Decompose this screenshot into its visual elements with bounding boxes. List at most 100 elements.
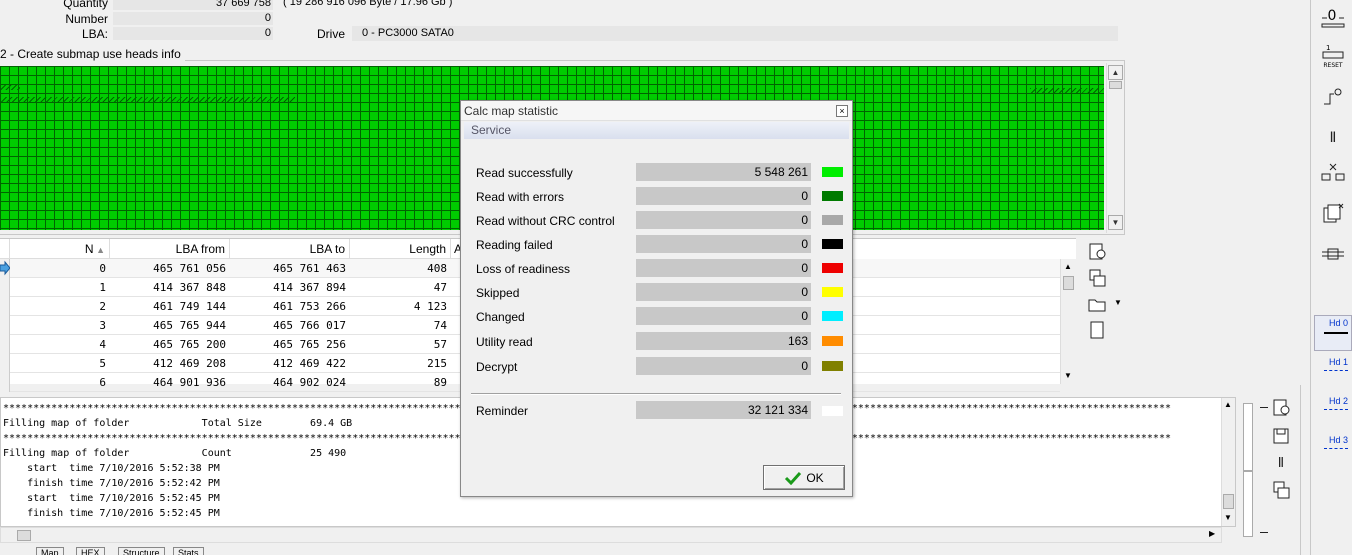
svg-text:0: 0 — [1328, 8, 1337, 24]
current-row-arrow-icon — [0, 260, 11, 276]
row-indicator — [0, 335, 10, 354]
cell-n: 1 — [99, 281, 106, 294]
pause-icon[interactable]: Ⅱ — [1320, 126, 1346, 150]
bottom-tab[interactable]: Stats — [173, 547, 204, 555]
scroll-thumb[interactable] — [17, 530, 31, 541]
stat-label: Loss of readiness — [476, 262, 571, 276]
new-doc-icon[interactable] — [1084, 318, 1110, 342]
col-header-lba-from[interactable]: LBA from — [110, 239, 230, 259]
stat-label: Reading failed — [476, 238, 553, 252]
cell-n: 3 — [99, 319, 106, 332]
head-2-button[interactable]: Hd 2 — [1318, 396, 1352, 428]
scroll-up-icon[interactable]: ▲ — [1108, 65, 1123, 80]
table-scrollbar[interactable]: ▲ ▼ — [1060, 259, 1076, 384]
stat-value: 163 — [636, 332, 811, 350]
reset-icon[interactable]: 1 RESET — [1320, 44, 1346, 69]
disconnect-icon[interactable] — [1320, 160, 1346, 184]
reminder-value: 32 121 334 — [636, 401, 811, 419]
stat-value: 0 — [636, 187, 811, 205]
svg-text:1: 1 — [1326, 44, 1330, 52]
cell-lba-to: 412 469 422 — [273, 357, 346, 370]
reminder-color-swatch — [822, 406, 843, 416]
col-header-lba-to[interactable]: LBA to — [230, 239, 350, 259]
cell-length: 47 — [433, 281, 447, 294]
stat-value: 0 — [636, 235, 811, 253]
cell-n: 2 — [99, 300, 106, 313]
save-icon[interactable] — [1268, 424, 1294, 448]
map-row-marker — [1030, 88, 1104, 94]
stat-value: 0 — [636, 307, 811, 325]
cell-length: 215 — [427, 357, 447, 370]
log-scrollbar[interactable]: ▲ ▼ — [1221, 398, 1235, 526]
col-header-n[interactable]: N ▲ — [10, 239, 110, 259]
log-slider-top[interactable] — [1243, 403, 1253, 471]
map-scrollbar[interactable]: ▲ ▼ — [1106, 63, 1124, 233]
gear-doc-icon[interactable] — [1268, 396, 1294, 420]
head-3-button[interactable]: Hd 3 — [1318, 435, 1352, 467]
quantity-label: Quantity — [63, 0, 108, 10]
stat-color-swatch — [822, 215, 843, 225]
dialog-title[interactable]: Calc map statistic — [461, 101, 852, 121]
head-0-button[interactable]: Hd 0 — [1318, 318, 1352, 350]
copy-close-icon[interactable] — [1320, 202, 1346, 226]
head-1-button[interactable]: Hd 1 — [1318, 357, 1352, 389]
cell-lba-to: 465 765 256 — [273, 338, 346, 351]
scroll-up-icon[interactable]: ▲ — [1224, 400, 1232, 409]
stat-label: Read successfully — [476, 166, 573, 180]
bottom-tab[interactable]: Map — [36, 547, 64, 555]
cell-lba-to: 464 902 024 — [273, 376, 346, 389]
log-hscrollbar[interactable]: ▶ — [0, 527, 1222, 543]
gear-doc-icon[interactable] — [1084, 240, 1110, 264]
col-header-length[interactable]: Length — [350, 239, 451, 259]
dialog-menu-service[interactable]: Service — [464, 122, 849, 139]
dropdown-arrow-icon[interactable]: ▼ — [1114, 298, 1122, 307]
close-icon[interactable]: × — [836, 105, 848, 117]
cell-length: 57 — [433, 338, 447, 351]
cell-lba-from: 412 469 208 — [153, 357, 226, 370]
stat-value: 0 — [636, 211, 811, 229]
connector-icon[interactable] — [1320, 242, 1346, 266]
cell-lba-to: 414 367 894 — [273, 281, 346, 294]
bottom-tab[interactable]: Structure — [118, 547, 165, 555]
log-line: finish time 7/10/2016 5:52:45 PM — [3, 508, 220, 519]
cell-n: 4 — [99, 338, 106, 351]
slider-tick — [1260, 407, 1268, 408]
pause-icon[interactable]: Ⅱ — [1268, 451, 1294, 475]
zero-fill-icon[interactable]: 0 — [1320, 6, 1346, 30]
cell-length: 74 — [433, 319, 447, 332]
log-divider — [1300, 385, 1301, 555]
open-folder-icon[interactable] — [1084, 292, 1110, 316]
save-doc-icon[interactable] — [1084, 266, 1110, 290]
reminder-label: Reminder — [476, 404, 529, 418]
cell-lba-to: 461 753 266 — [273, 300, 346, 313]
stat-color-swatch — [822, 336, 843, 346]
row-indicator — [0, 373, 10, 392]
stat-label: Skipped — [476, 286, 520, 300]
cell-lba-from: 465 761 056 — [153, 262, 226, 275]
stat-color-swatch — [822, 311, 843, 321]
scroll-thumb[interactable] — [1223, 494, 1234, 509]
cell-length: 4 123 — [413, 300, 447, 313]
dialog-separator — [471, 393, 841, 395]
stat-color-swatch — [822, 361, 843, 371]
stat-label: Read with errors — [476, 190, 565, 204]
ok-button[interactable]: OK — [763, 465, 845, 490]
scroll-down-icon[interactable]: ▼ — [1224, 513, 1232, 522]
scroll-up-icon[interactable]: ▲ — [1064, 262, 1072, 271]
power-icon[interactable] — [1320, 86, 1346, 110]
stat-color-swatch — [822, 287, 843, 297]
log-slider-bottom[interactable] — [1243, 471, 1253, 537]
scroll-thumb[interactable] — [1109, 81, 1122, 89]
scroll-down-icon[interactable]: ▼ — [1108, 215, 1123, 230]
cell-lba-from: 464 901 936 — [153, 376, 226, 389]
bottom-tab[interactable]: HEX — [76, 547, 105, 555]
stat-color-swatch — [822, 191, 843, 201]
save-doc-icon[interactable] — [1268, 478, 1294, 502]
slider-tick — [1260, 532, 1268, 533]
cell-n: 5 — [99, 357, 106, 370]
stat-label: Decrypt — [476, 360, 518, 374]
scroll-down-icon[interactable]: ▼ — [1064, 371, 1072, 380]
scroll-right-icon[interactable]: ▶ — [1209, 529, 1215, 538]
row-indicator — [0, 354, 10, 373]
scroll-thumb[interactable] — [1063, 276, 1074, 290]
